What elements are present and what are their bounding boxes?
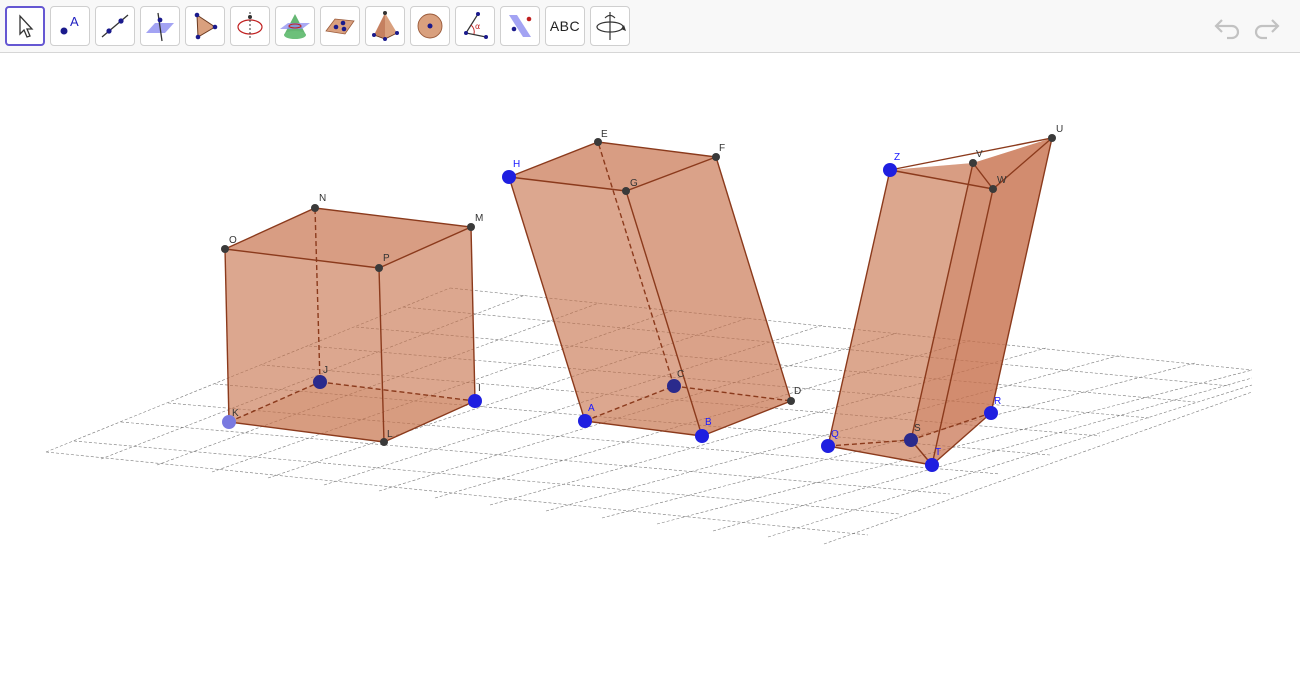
label-F: F	[719, 143, 725, 154]
point-V[interactable]	[969, 159, 977, 167]
label-W: W	[997, 175, 1007, 186]
label-B: B	[705, 417, 712, 428]
perpendicular-plane-icon	[146, 12, 174, 42]
point-J[interactable]	[313, 375, 327, 389]
label-I: I	[478, 383, 481, 394]
label-Q: Q	[831, 429, 839, 440]
label-T: T	[935, 447, 941, 458]
toolbar: A α ABC	[0, 0, 1300, 53]
label-J: J	[323, 365, 328, 376]
cone-plane-icon	[280, 14, 310, 39]
label-U: U	[1056, 124, 1063, 135]
reflect-tool-button[interactable]	[500, 6, 540, 46]
point-F[interactable]	[712, 153, 720, 161]
point-a-icon: A	[60, 14, 79, 35]
sphere-icon	[417, 13, 443, 39]
label-S: S	[914, 423, 921, 434]
undo-icon	[1214, 19, 1240, 40]
point-Q[interactable]	[821, 439, 835, 453]
rotate-view-tool-button[interactable]	[590, 6, 630, 46]
point-W[interactable]	[989, 185, 997, 193]
perpendicular-line-tool-button[interactable]	[140, 6, 180, 46]
point-R[interactable]	[984, 406, 998, 420]
polygon-tool-button[interactable]	[185, 6, 225, 46]
line-through-points-icon	[101, 14, 129, 38]
label-V: V	[976, 149, 983, 160]
oblique-prism-solid[interactable]	[508, 141, 792, 437]
point-M[interactable]	[467, 223, 475, 231]
angle-icon: α	[464, 12, 488, 39]
label-L: L	[387, 429, 393, 440]
triangular-prism-solid[interactable]	[827, 136, 1055, 466]
point-tool-button[interactable]: A	[50, 6, 90, 46]
label-P: P	[383, 253, 390, 264]
label-N: N	[319, 193, 326, 204]
circle-axis-tool-button[interactable]	[230, 6, 270, 46]
plane-tool-button[interactable]	[320, 6, 360, 46]
pyramid-tool-button[interactable]	[365, 6, 405, 46]
scene-canvas[interactable]: K L I J O P M N A B C D E F G H Q R S T …	[0, 54, 1300, 680]
intersect-surfaces-tool-button[interactable]	[275, 6, 315, 46]
pyramid-icon	[372, 11, 399, 41]
sphere-tool-button[interactable]	[410, 6, 450, 46]
line-tool-button[interactable]	[95, 6, 135, 46]
move-tool-button[interactable]	[5, 6, 45, 46]
label-M: M	[475, 213, 483, 224]
point-G[interactable]	[622, 187, 630, 195]
point-D[interactable]	[787, 397, 795, 405]
point-P[interactable]	[375, 264, 383, 272]
circle-axis-icon	[237, 12, 263, 40]
redo-icon	[1254, 19, 1280, 40]
point-I[interactable]	[468, 394, 482, 408]
point-H[interactable]	[502, 170, 516, 184]
label-H: H	[513, 159, 520, 170]
label-K: K	[232, 408, 239, 419]
undo-button[interactable]	[1212, 12, 1244, 42]
point-O[interactable]	[221, 245, 229, 253]
graphics-3d-view[interactable]: K L I J O P M N A B C D E F G H Q R S T …	[0, 54, 1300, 680]
point-T[interactable]	[925, 458, 939, 472]
redo-button[interactable]	[1250, 12, 1282, 42]
angle-tool-button[interactable]: α	[455, 6, 495, 46]
rotate-view-icon	[596, 12, 626, 40]
label-Z: Z	[894, 152, 900, 163]
cursor-arrow-icon	[19, 14, 34, 38]
cube-solid[interactable]	[224, 207, 476, 443]
label-R: R	[994, 396, 1001, 407]
label-C: C	[677, 369, 684, 380]
point-U[interactable]	[1048, 134, 1056, 142]
label-D: D	[794, 386, 801, 397]
point-S[interactable]	[904, 433, 918, 447]
label-O: O	[229, 235, 237, 246]
triangle-icon	[194, 12, 218, 40]
point-N[interactable]	[311, 204, 319, 212]
point-A[interactable]	[578, 414, 592, 428]
text-tool-button[interactable]: ABC	[545, 6, 585, 46]
reflect-plane-icon	[509, 15, 532, 37]
label-E: E	[601, 129, 608, 140]
svg-text:α: α	[475, 22, 480, 31]
point-Z[interactable]	[883, 163, 897, 177]
svg-text:A: A	[70, 14, 79, 29]
point-C[interactable]	[667, 379, 681, 393]
point-B[interactable]	[695, 429, 709, 443]
plane-points-icon	[325, 18, 355, 35]
text-icon: ABC	[549, 18, 581, 34]
label-A: A	[588, 403, 595, 414]
label-G: G	[630, 178, 638, 189]
